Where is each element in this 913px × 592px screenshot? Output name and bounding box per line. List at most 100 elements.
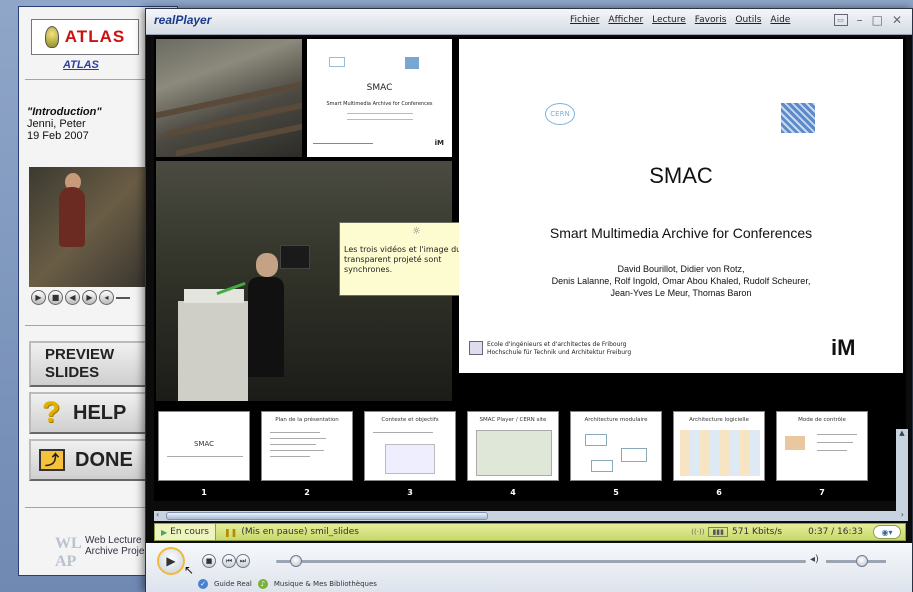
thumb-title: Mode de contrôle [798,417,846,423]
slide-thumbnail[interactable]: SMAC [158,411,250,481]
small-im-logo: iM [434,139,444,147]
volume-slider[interactable] [826,555,886,567]
fribourg-logo-icon [469,341,483,355]
thumb-title: Architecture modulaire [584,417,648,423]
thumbnail-vertical-scrollbar[interactable]: ▲ ▼ [896,429,908,521]
slide-main: CERN SMAC Smart Multimedia Archive for C… [459,39,903,373]
mini-player-controls: ▶ ■ ◀ ▶ ◂ [31,290,130,305]
talk-date: 19 Feb 2007 [27,130,89,142]
maximize-icon[interactable]: □ [872,13,883,27]
volume-icon[interactable]: ◂ [99,290,114,305]
slide-thumbnail-strip: SMAC 1 Plan de la présentation 2 Context… [154,409,906,501]
tooltip-bulb-icon: ☼ [412,226,421,237]
author-line: David Bourillot, Didier von Rotz, [617,264,745,274]
thumbnail-horizontal-scrollbar[interactable]: ‹ › [154,510,906,521]
slide-footer-de: Hochschule für Technik und Architektur F… [487,349,632,356]
scroll-up-icon[interactable]: ▲ [896,429,908,437]
bitrate-readout: 571 Kbits/s [732,527,783,537]
bottom-links: ✓ Guide Real ♪ Musique & Mes Bibliothèqu… [198,579,377,589]
menu-outils[interactable]: Outils [735,15,761,25]
now-playing-tab[interactable]: ▶ En cours [155,524,216,540]
music-library-link[interactable]: Musique & Mes Bibliothèques [274,580,377,588]
time-readout: 0:37 / 16:33 [808,527,863,537]
stop-icon[interactable]: ■ [48,290,63,305]
next-icon: ⏭ [239,556,247,565]
help-label: HELP [73,401,127,424]
bitrate-meter-icon: ▮▮▮ [708,527,728,537]
menu-favoris[interactable]: Favoris [695,15,727,25]
school-logo-icon [781,103,815,133]
slide-footer-fr: Ecole d'ingénieurs et d'architectes de F… [487,341,627,348]
slide-thumbnail[interactable]: Plan de la présentation [261,411,353,481]
scrollbar-thumb[interactable] [166,512,488,520]
wlap-logo-icon: WL AP [55,535,81,570]
atlas-link[interactable]: ATLAS [63,59,99,71]
scroll-left-icon[interactable]: ‹ [156,510,159,519]
rewind-icon[interactable]: ◀ [65,290,80,305]
previous-icon: ⏮ [225,556,233,565]
forward-icon[interactable]: ▶ [82,290,97,305]
realplayer-window: realPlayer Fichier Afficher Lecture Favo… [145,8,913,592]
thumb-number: 7 [819,488,825,497]
preview-label-line1: PREVIEW [45,346,115,363]
thumb-number: 5 [613,488,619,497]
question-mark-icon: ? [41,396,61,429]
thumb-title: Contexte et objectifs [381,417,439,423]
thumb-title: Architecture logicielle [689,417,749,423]
transport-controls: ▶ ■ ⏮ ⏭ ◂) ✓ Guide Real ♪ Musique & Mes … [146,543,912,592]
volume-knob[interactable] [856,555,868,567]
thumb-number: 3 [407,488,413,497]
seek-bar[interactable] [276,555,806,567]
stop-button[interactable]: ■ [202,554,216,568]
thumb-number: 2 [304,488,310,497]
guide-real-link[interactable]: Guide Real [214,580,252,588]
cern-logo-icon [329,57,345,67]
cern-logo-icon: CERN [545,103,575,125]
slide-thumbnail[interactable]: Mode de contrôle [776,411,868,481]
school-logo-icon [405,57,419,69]
music-icon: ♪ [257,579,268,589]
signal-icon: ((·)) [691,528,705,536]
thumb-title: SMAC [193,440,215,448]
minimize-icon[interactable]: – [857,13,863,27]
previous-button[interactable]: ⏮ [222,554,236,568]
title-bar[interactable]: realPlayer Fichier Afficher Lecture Favo… [146,9,912,35]
slide-authors: David Bourillot, Didier von Rotz, Denis … [459,263,903,299]
scroll-right-icon[interactable]: › [901,510,904,519]
close-icon[interactable]: ✕ [892,13,902,27]
screen-mode-icon[interactable]: ▭ [833,14,848,26]
atlas-emblem-icon [44,26,59,48]
footer-line2: Archive Project [85,546,153,557]
menu-afficher[interactable]: Afficher [608,15,643,25]
im-logo: iM [831,335,856,360]
wlap-footer[interactable]: WL AP Web Lecture Archive Project [55,535,153,570]
status-bar: ▶ En cours ❚❚ (Mis en pause) smil_slides… [154,523,906,541]
pause-icon: ❚❚ [223,527,238,537]
author-line: Denis Lalanne, Rolf Ingold, Omar Abou Kh… [551,276,811,286]
now-playing-label: En cours [170,527,209,537]
slide-thumbnail[interactable]: Contexte et objectifs [364,411,456,481]
play-icon[interactable]: ▶ [31,290,46,305]
slide-thumbnail[interactable]: Architecture modulaire [570,411,662,481]
realplayer-menu-icon[interactable]: ◉▾ [873,525,901,539]
tooltip-text: Les trois vidéos et l'image du transpare… [344,245,462,274]
next-button[interactable]: ⏭ [236,554,250,568]
menu-fichier[interactable]: Fichier [570,15,599,25]
menu-aide[interactable]: Aide [770,15,790,25]
seek-knob[interactable] [289,555,302,567]
menu-lecture[interactable]: Lecture [652,15,686,25]
small-slide-subtitle: Smart Multimedia Archive for Conferences [326,101,433,107]
talk-title: "Introduction" [27,106,102,118]
folder-up-icon: ⤴ [39,449,65,471]
clip-status: (Mis en pause) smil_slides [241,527,359,537]
thumb-number: 1 [201,488,207,497]
mini-seek-bar[interactable] [116,296,130,299]
menu-bar: Fichier Afficher Lecture Favoris Outils … [570,15,790,25]
play-pause-button[interactable]: ▶ [157,547,185,575]
volume-icon[interactable]: ◂) [810,554,819,565]
slide-thumbnail[interactable]: Architecture logicielle [673,411,765,481]
window-controls: ▭ – □ ✕ [833,13,902,27]
atlas-logo[interactable]: ATLAS [31,19,139,55]
slide-thumbnail[interactable]: SMAC Player / CERN site [467,411,559,481]
author-line: Jean-Yves Le Meur, Thomas Baron [610,288,752,298]
